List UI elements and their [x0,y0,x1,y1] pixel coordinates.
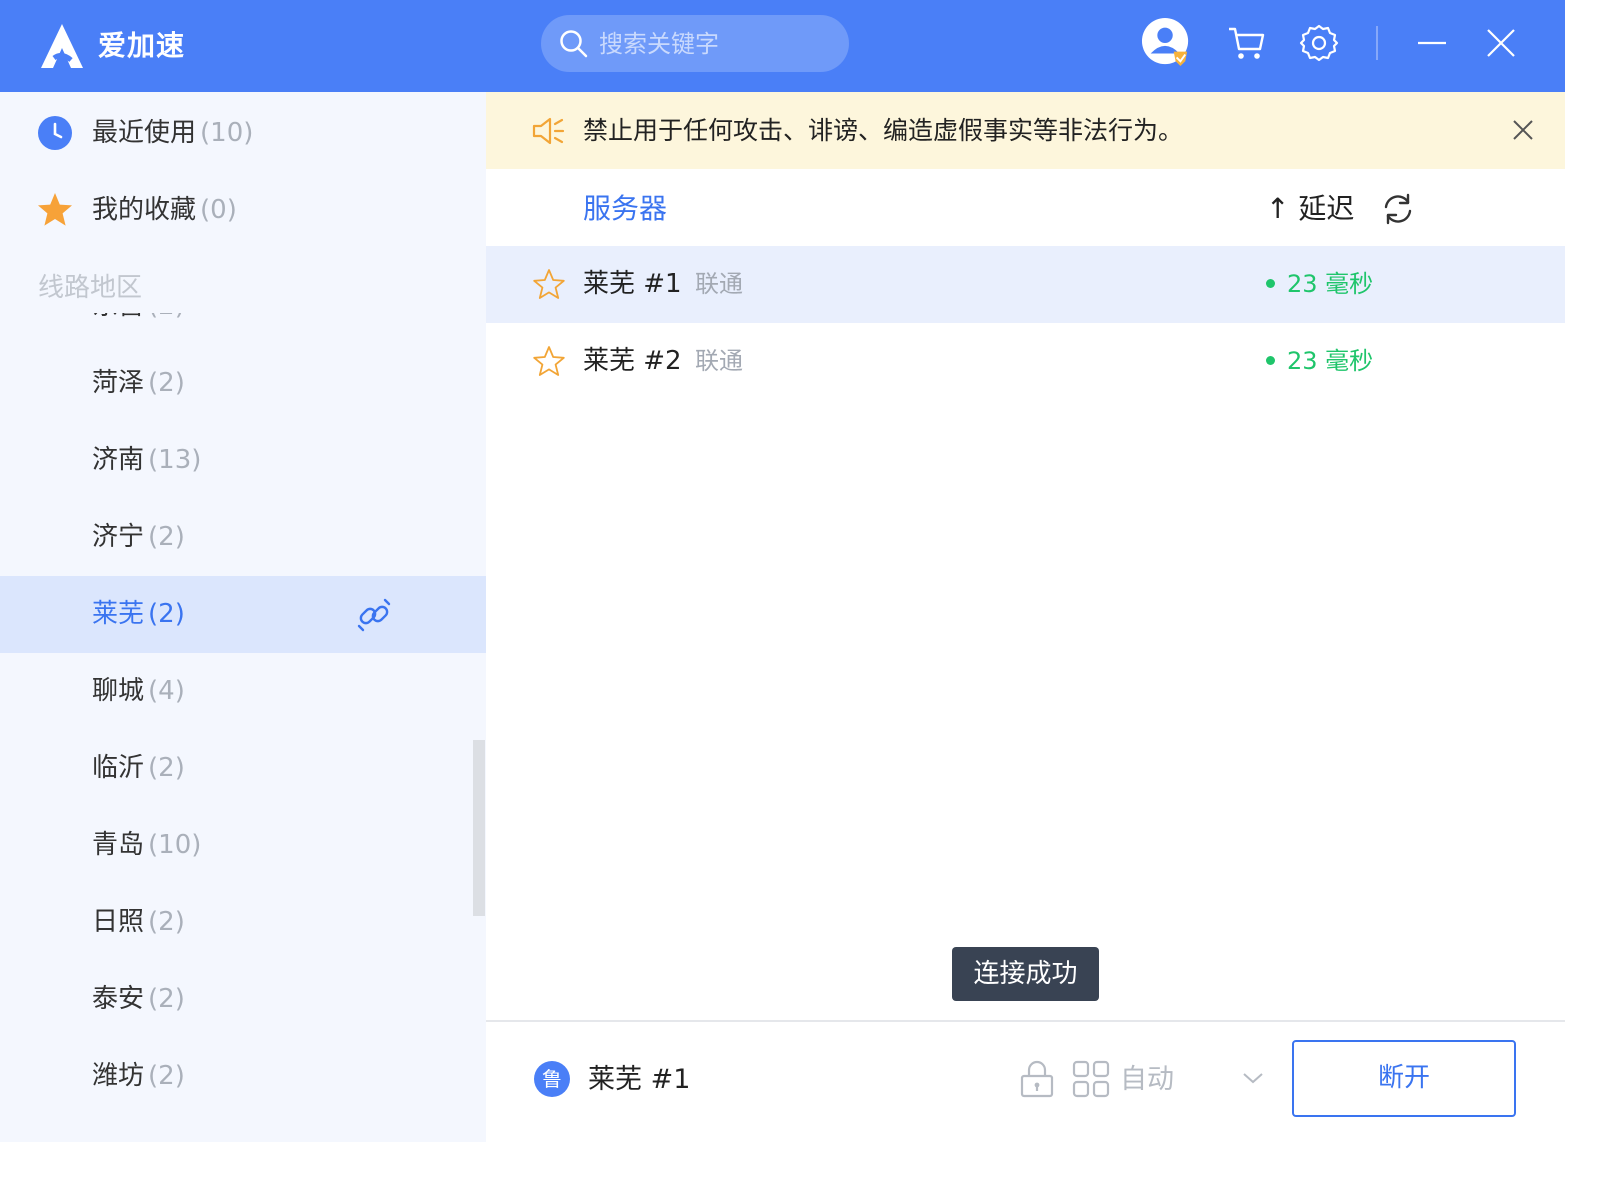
region-item-jining[interactable]: 济宁 (2) [0,499,486,576]
latency-value: 23 毫秒 [1287,270,1374,298]
current-server-name: 莱芜 #1 [588,1064,691,1095]
region-item-weifang[interactable]: 潍坊 (2) [0,1038,486,1115]
region-item-dongying[interactable]: 东营 (2) [0,313,486,345]
latency-value: 23 毫秒 [1287,347,1374,375]
server-latency: 23 毫秒 [1266,246,1373,323]
app-window: 爱加速 搜索关键字 最近使用 (10) 我的收藏 (0) 线路地区 菏泽 (2)… [0,0,1565,1142]
section-title-regions: 线路地区 [38,273,143,303]
cart-icon [1229,27,1265,59]
toast-message: 连接成功 [952,947,1099,1001]
sidebar-item-favorites[interactable]: 我的收藏 (0) [0,172,486,249]
user-avatar[interactable] [1141,17,1191,67]
column-server[interactable]: 服务器 [583,169,667,249]
server-isp: 联通 [695,270,743,298]
star-filled-icon [38,193,72,226]
connected-link-icon [357,598,391,632]
clock-icon [38,116,72,150]
region-count: (2) [148,1061,185,1091]
minimize-button[interactable] [1407,18,1457,68]
region-list[interactable]: 东营(2) 菏泽(2) 济南(13) 济宁(2) 莱芜(2) 聊城(4) [0,313,486,1142]
province-badge: 鲁 [534,1061,570,1097]
star-outline-icon[interactable] [533,268,565,300]
region-label: 东营 [92,313,144,321]
bottom-bar: 鲁 莱芜 #1 自动 断开 [486,1020,1565,1142]
notice-bar: 禁止用于任何攻击、诽谤、编造虚假事实等非法行为。 [486,92,1565,169]
region-count: (2) [148,984,185,1014]
region-count: (2) [148,522,185,552]
user-avatar-icon [1141,17,1189,67]
app-name: 爱加速 [98,29,186,62]
region-label: 莱芜 [92,599,145,629]
server-latency: 23 毫秒 [1266,323,1373,400]
server-name: 莱芜 #2 [583,346,682,376]
region-item-heze[interactable]: 菏泽 (2) [0,345,486,422]
sidebar-item-count: (10) [200,118,254,148]
chevron-down-icon[interactable] [1241,1070,1265,1086]
region-item-rizhao[interactable]: 日照 (2) [0,884,486,961]
region-item-jinan[interactable]: 济南 (13) [0,422,486,499]
region-label: 日照 [92,907,145,937]
region-count: (10) [148,830,202,860]
region-item-taian[interactable]: 泰安 (2) [0,961,486,1038]
sidebar-scrollbar[interactable] [473,740,485,916]
minimize-icon [1418,41,1446,45]
notice-text: 禁止用于任何攻击、诽谤、编造虚假事实等非法行为。 [583,116,1184,145]
settings-button[interactable] [1294,18,1344,68]
notice-close-icon[interactable] [1511,118,1535,142]
titlebar-separator [1376,26,1378,60]
region-item-linyi[interactable]: 临沂 (2) [0,730,486,807]
region-count: (13) [148,445,202,475]
region-label: 济宁 [92,522,145,552]
sidebar-item-label: 最近使用 [92,118,197,148]
region-count: (2) [148,368,185,398]
region-label: 青岛 [92,830,145,860]
sidebar-item-recent[interactable]: 最近使用 (10) [0,95,486,172]
region-label: 临沂 [92,753,145,783]
sidebar: 最近使用(10) 我的收藏(0) 线路地区 东营(2) 菏泽(2) 济南(13)… [0,92,486,1142]
server-row[interactable]: 莱芜 #2 联通 23 毫秒 [486,323,1565,400]
column-latency-sort[interactable]: ↑ 延迟 [1266,169,1354,249]
close-button[interactable] [1476,18,1526,68]
region-count: (2) [148,907,185,937]
app-logo-icon [41,24,83,68]
search-box[interactable] [541,15,849,72]
region-count: (2) [148,313,185,321]
region-count: (4) [148,676,185,706]
mode-select-value[interactable]: 自动 [1120,1022,1174,1138]
search-input[interactable] [599,15,834,72]
speaker-icon [532,117,565,145]
server-isp: 联通 [695,347,743,375]
region-count: (2) [148,599,185,629]
disconnect-button[interactable]: 断开 [1292,1040,1516,1117]
status-dot-icon [1266,278,1275,288]
region-label: 菏泽 [92,368,145,398]
region-item-laiwu[interactable]: 莱芜 (2) [0,576,486,653]
server-list-header: 服务器 ↑ 延迟 [486,169,1565,246]
star-outline-icon[interactable] [533,345,565,377]
main-panel: 禁止用于任何攻击、诽谤、编造虚假事实等非法行为。 服务器 ↑ 延迟 莱芜 #1 … [486,92,1565,1142]
sidebar-item-count: (0) [200,195,237,225]
sidebar-item-label: 我的收藏 [92,195,197,225]
lock-icon[interactable] [1019,1060,1055,1098]
region-item-qingdao[interactable]: 青岛 (10) [0,807,486,884]
region-item-liaocheng[interactable]: 聊城 (4) [0,653,486,730]
region-label: 泰安 [92,984,145,1014]
refresh-icon[interactable] [1381,192,1415,226]
cart-button[interactable] [1221,18,1271,68]
server-name: 莱芜 #1 [583,269,682,299]
search-icon [560,30,588,58]
gear-icon [1299,24,1339,62]
grid-mode-icon[interactable] [1072,1060,1110,1098]
region-label: 济南 [92,445,145,475]
status-dot-icon [1266,355,1275,365]
title-bar: 爱加速 [0,0,1565,92]
region-label: 聊城 [92,676,145,706]
region-label: 潍坊 [92,1061,145,1091]
server-row[interactable]: 莱芜 #1 联通 23 毫秒 [486,246,1565,323]
region-count: (2) [148,753,185,783]
close-icon [1487,29,1515,57]
